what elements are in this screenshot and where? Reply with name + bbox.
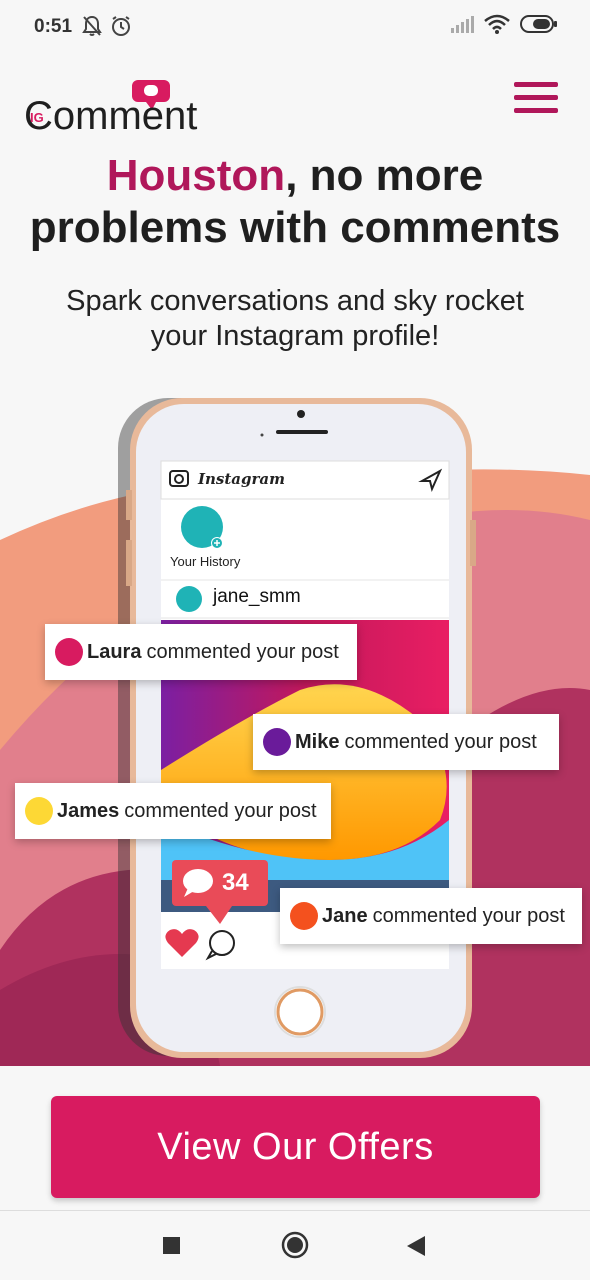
subheadline-line2: your Instagram profile! (150, 320, 440, 352)
hero-illustration: Instagram Your History jane_smm 34 Laura… (0, 390, 590, 1066)
cta-section: View Our Offers (0, 1066, 590, 1210)
status-time: 0:51 (34, 16, 73, 37)
comment-card-laura: Laura commented your post (45, 624, 357, 680)
headline: Houston, no more problems with comments (0, 150, 590, 254)
comment-card-mike: Mike commented your post (253, 714, 559, 770)
avatar (263, 728, 291, 756)
comment-card-jane: Jane commented your post (280, 888, 582, 944)
status-icons-left (82, 15, 132, 37)
hamburger-menu-icon (514, 82, 558, 87)
camera-icon[interactable] (166, 468, 192, 490)
hamburger-menu-button[interactable] (514, 82, 562, 118)
post-username[interactable]: jane_smm (213, 586, 301, 608)
view-offers-button[interactable]: View Our Offers (51, 1096, 540, 1198)
comment-text: commented your post (124, 799, 317, 822)
comment-text: commented your post (146, 640, 339, 663)
phone-home-button (275, 987, 325, 1037)
comment-count-badge: 34 (172, 860, 268, 906)
headline-line2: problems with comments (29, 203, 561, 252)
instagram-app-name: Instagram (198, 470, 285, 488)
avatar (55, 638, 83, 666)
comment-icon[interactable] (207, 928, 237, 960)
recent-apps-icon[interactable] (162, 1236, 182, 1256)
commenter-name: James (57, 799, 120, 822)
status-icons-right (450, 14, 558, 34)
avatar (25, 797, 53, 825)
story-avatar[interactable] (181, 506, 223, 548)
back-icon[interactable] (405, 1235, 427, 1257)
logo-graphic: Comment IG (24, 80, 197, 138)
comment-text: commented your post (372, 904, 565, 927)
site-header: Comment IG (0, 52, 590, 147)
logo-text: Comment (24, 94, 197, 132)
commenter-name: Laura (87, 640, 142, 663)
headline-line1: , no more (285, 151, 484, 200)
like-heart-icon[interactable] (164, 923, 200, 957)
send-icon[interactable] (418, 468, 444, 492)
story-label: Your History (170, 554, 241, 569)
headline-accent: Houston (106, 151, 286, 200)
wifi-icon (484, 14, 510, 34)
status-bar: 0:51 (0, 0, 590, 52)
igcomment-logo[interactable]: Comment IG (22, 72, 202, 138)
alarm-icon (112, 16, 130, 36)
subheadline: Spark conversations and sky rocket your … (40, 284, 550, 354)
comment-count: 34 (222, 869, 249, 896)
system-nav-bar (0, 1210, 590, 1280)
battery-icon (520, 15, 557, 33)
comment-text: commented your post (344, 730, 537, 753)
speech-bubble-icon (183, 869, 213, 897)
logo-prefix: IG (30, 110, 44, 125)
comment-card-james: James commented your post (15, 783, 331, 839)
signal-icon (451, 16, 474, 33)
subheadline-line1: Spark conversations and sky rocket (66, 285, 524, 317)
muted-bell-icon (82, 15, 102, 36)
avatar (290, 902, 318, 930)
commenter-name: Mike (295, 730, 340, 753)
home-icon[interactable] (281, 1231, 309, 1259)
commenter-name: Jane (322, 904, 368, 927)
